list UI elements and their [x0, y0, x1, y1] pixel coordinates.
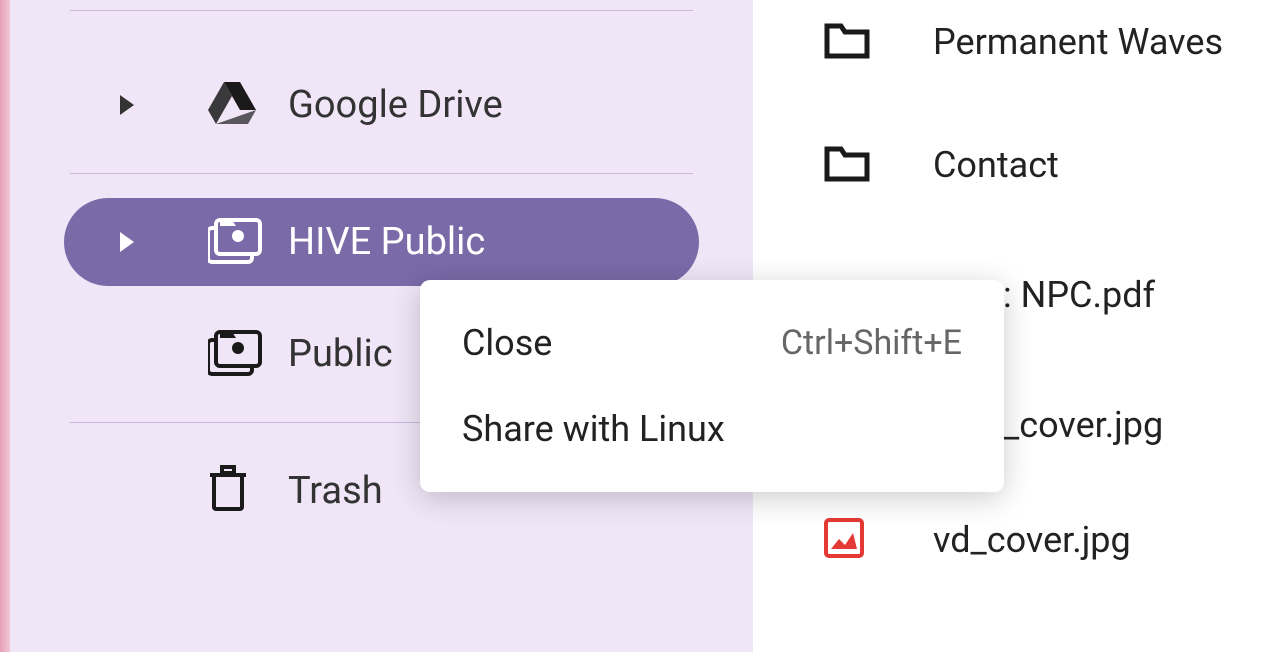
context-menu[interactable]: Close Ctrl+Shift+E Share with Linux	[420, 280, 1004, 492]
file-label: vd_cover.jpg	[933, 519, 1131, 561]
file-row-image[interactable]: vd_cover.jpg	[753, 490, 1280, 590]
sidebar-item-label: HIVE Public	[288, 220, 485, 264]
sidebar-divider	[70, 10, 693, 11]
folder-icon	[823, 20, 879, 64]
google-drive-icon	[208, 82, 268, 128]
menu-item-share-linux[interactable]: Share with Linux	[420, 386, 1004, 472]
shared-folder-icon	[208, 216, 268, 268]
file-label: Contact	[933, 144, 1059, 186]
menu-item-close[interactable]: Close Ctrl+Shift+E	[420, 300, 1004, 386]
sidebar-item-hive-public[interactable]: HIVE Public	[64, 198, 699, 286]
shared-folder-icon	[208, 328, 268, 380]
file-label-partial: : NPC.pdf	[1003, 274, 1155, 316]
sidebar-item-label: Google Drive	[288, 83, 503, 127]
file-label-partial: _cover.jpg	[1003, 404, 1163, 446]
folder-icon	[823, 143, 879, 187]
expand-caret-icon[interactable]	[120, 232, 134, 252]
menu-label: Share with Linux	[462, 408, 725, 450]
sidebar-item-label: Trash	[288, 469, 383, 513]
trash-icon	[208, 465, 268, 517]
image-icon	[823, 517, 879, 563]
file-label: Permanent Waves	[933, 21, 1223, 63]
sidebar-item-label: Public	[288, 332, 393, 376]
expand-caret-icon[interactable]	[120, 95, 134, 115]
window-left-edge	[0, 0, 10, 652]
menu-label: Close	[462, 322, 552, 364]
file-row-folder[interactable]: Permanent Waves	[753, 0, 1280, 100]
sidebar-divider	[70, 173, 693, 174]
menu-shortcut: Ctrl+Shift+E	[781, 323, 962, 363]
sidebar-item-google-drive[interactable]: Google Drive	[64, 61, 699, 149]
file-row-folder[interactable]: Contact	[753, 100, 1280, 230]
